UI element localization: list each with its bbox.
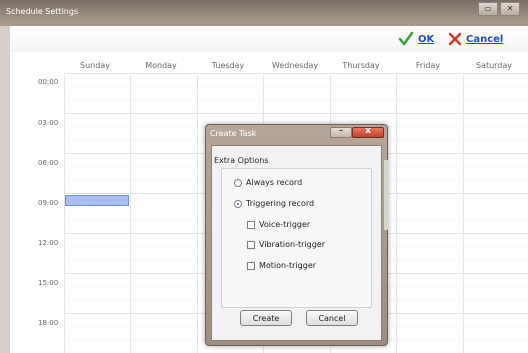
voice-trigger-label: Voice-trigger [259, 220, 311, 229]
motion-trigger-label: Motion-trigger [259, 261, 317, 270]
close-icon: x [365, 126, 371, 136]
x-icon [448, 32, 462, 46]
create-task-dialog: Create Task – x Extra Options Always rec… [205, 124, 388, 346]
group-label: Extra Options [214, 156, 269, 165]
check-icon [398, 31, 414, 46]
cancel-label: Cancel [466, 33, 504, 45]
grid-subline [64, 86, 528, 87]
day-header-friday: Friday [415, 61, 441, 70]
grid-column-line [396, 74, 397, 353]
scrollbar[interactable] [384, 160, 388, 230]
grid-column-line [197, 74, 198, 353]
checkbox-icon [247, 261, 255, 270]
grid-line [64, 113, 528, 114]
triggering-record-option[interactable]: Triggering record [234, 199, 314, 208]
create-button[interactable]: Create [240, 310, 292, 326]
always-record-option[interactable]: Always record [234, 178, 302, 187]
dialog-cancel-button[interactable]: Cancel [306, 310, 358, 326]
extra-options-group [221, 168, 372, 308]
checkbox-icon [247, 240, 255, 249]
radio-selected-icon [234, 199, 242, 208]
vibration-trigger-label: Vibration-trigger [259, 240, 326, 249]
window-minimize-button[interactable]: ▭ [478, 2, 498, 16]
time-label: 06:00 [38, 159, 59, 167]
dialog-body: Extra Options Always record Triggering r… [211, 145, 388, 341]
triggering-record-label: Triggering record [246, 199, 315, 208]
toolbar: OK Cancel [10, 26, 528, 53]
always-record-label: Always record [246, 178, 303, 187]
voice-trigger-checkbox[interactable]: Voice-trigger [247, 220, 310, 229]
grid-column-line [64, 74, 65, 353]
day-header-saturday: Saturday [475, 61, 513, 70]
time-label: 00:00 [38, 78, 59, 86]
dialog-title: Create Task [210, 129, 257, 138]
time-label: 15:00 [38, 279, 59, 287]
ok-button[interactable]: OK [398, 31, 434, 47]
grid-subline [64, 99, 528, 100]
motion-trigger-checkbox[interactable]: Motion-trigger [247, 261, 316, 270]
dialog-close-button[interactable]: x [352, 126, 384, 138]
day-header-monday: Monday [145, 61, 177, 70]
day-header-sunday: Sunday [80, 61, 110, 70]
day-header-wednesday: Wednesday [271, 61, 319, 70]
time-label: 12:00 [38, 239, 59, 247]
grid-column-line [130, 74, 131, 353]
window-title-bar: Schedule Settings ▭ ✕ [0, 0, 528, 26]
day-header-tuesday: Tuesday [211, 61, 245, 70]
checkbox-icon [247, 220, 255, 229]
cancel-button[interactable]: Cancel [448, 31, 503, 47]
radio-icon [234, 178, 242, 187]
grid-column-line [463, 74, 464, 353]
window-title: Schedule Settings [6, 7, 79, 16]
time-label: 03:00 [38, 119, 59, 127]
time-label: 09:00 [38, 199, 59, 207]
time-label: 18:00 [38, 319, 59, 327]
window-close-button[interactable]: ✕ [500, 2, 520, 16]
vibration-trigger-checkbox[interactable]: Vibration-trigger [247, 240, 325, 249]
minimize-icon: ▭ [484, 4, 492, 13]
selected-time-block[interactable] [65, 195, 129, 206]
dialog-minimize-button[interactable]: – [330, 126, 352, 138]
left-border [0, 26, 10, 353]
ok-label: OK [418, 33, 435, 45]
close-icon: ✕ [506, 4, 514, 13]
minimize-icon: – [338, 126, 344, 136]
day-header-thursday: Thursday [342, 61, 380, 70]
grid-line [64, 73, 528, 74]
